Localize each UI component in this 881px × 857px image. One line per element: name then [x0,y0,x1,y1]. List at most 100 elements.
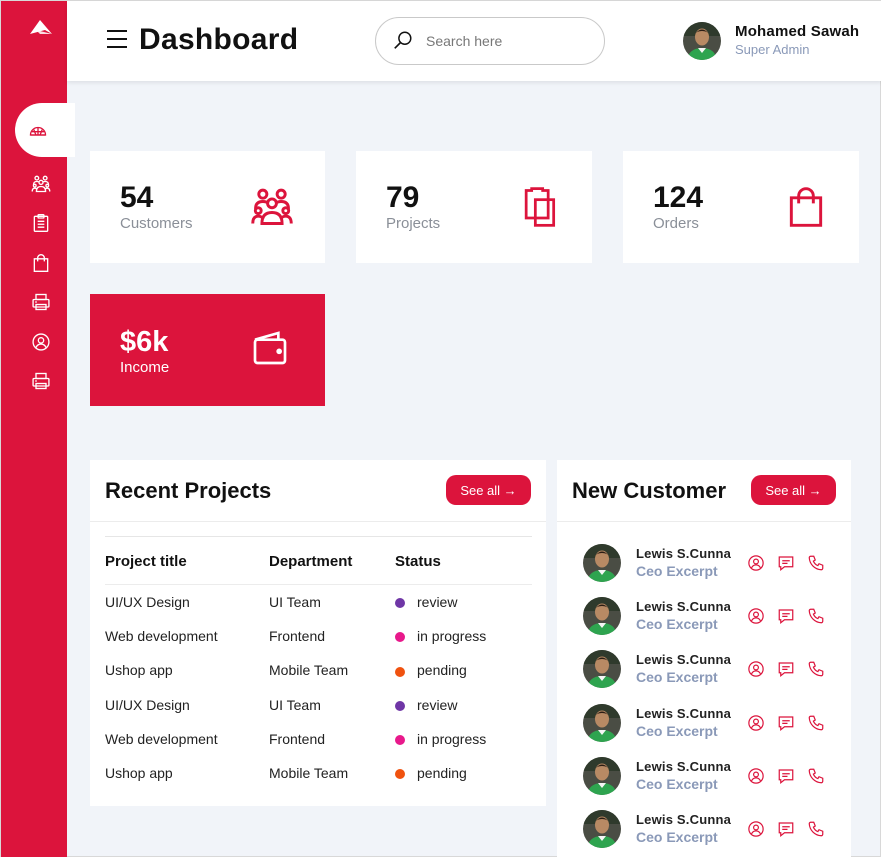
see-all-label: See all [460,482,501,498]
recent-projects-panel: Recent Projects See all → Project title … [90,460,546,806]
avatar [583,597,621,635]
status-label: review [417,696,458,713]
avatar [583,650,621,688]
see-all-label: See all [765,482,806,498]
sidebar-item-print[interactable] [23,287,59,317]
project-department: Frontend [269,627,326,644]
menu-icon[interactable] [107,30,129,50]
status-dot [395,735,405,746]
customer-role: Ceo Excerpt [636,616,718,633]
project-title: Ushop app [105,662,173,679]
dashboard-icon [28,120,48,140]
profile-icon[interactable] [747,820,765,838]
project-department: Mobile Team [269,765,349,782]
project-status: pending [395,653,532,687]
list-item[interactable]: Lewis S.Cunna Ceo Excerpt [583,597,843,637]
stat-card-orders[interactable]: 124 Orders [623,151,859,263]
search-input[interactable] [426,33,586,49]
panel-title: New Customer [572,478,727,503]
sidebar-item-print-2[interactable] [23,366,59,396]
stat-card-income[interactable]: $6k Income [90,294,325,406]
sidebar-item-orders[interactable] [23,248,59,278]
see-all-button[interactable]: See all → [446,475,531,505]
sidebar-item-customers[interactable] [23,169,59,199]
customer-name: Lewis S.Cunna [636,546,732,561]
stat-card-projects[interactable]: 79 Projects [356,151,592,263]
customers-icon [31,174,51,194]
project-title: UI/UX Design [105,696,190,713]
list-item[interactable]: Lewis S.Cunna Ceo Excerpt [583,650,843,690]
user-role: Super Admin [735,42,810,57]
profile-icon[interactable] [747,767,765,785]
project-title: Web development [105,730,218,747]
message-icon[interactable] [777,660,795,678]
table-row[interactable]: Ushop app Mobile Team pending [105,756,532,790]
customer-name: Lewis S.Cunna [636,652,732,668]
status-label: pending [417,662,467,679]
customer-name: Lewis S.Cunna [636,705,732,721]
table-row[interactable]: Web development Frontend in progress [105,722,532,756]
status-label: in progress [417,730,487,747]
table-row[interactable]: UI/UX Design UI Team review [105,585,532,619]
printer-icon [31,292,51,312]
projects-table: Project title Department Status UI/UX De… [105,536,532,790]
profile-icon[interactable] [747,660,765,678]
wallet-icon [250,328,290,368]
stat-label: Customers [120,215,193,232]
stat-value: 54 [120,181,154,214]
avatar [583,544,621,582]
project-title: Web development [105,627,218,644]
message-icon[interactable] [777,714,795,732]
see-all-button[interactable]: See all → [751,475,836,505]
status-dot [395,632,405,643]
message-icon[interactable] [777,820,795,838]
phone-icon[interactable] [807,660,825,678]
stat-value: 124 [653,181,704,214]
status-dot [395,666,405,677]
status-label: in progress [417,627,487,644]
table-row[interactable]: Ushop app Mobile Team pending [105,653,532,687]
printer-icon [31,371,51,391]
profile-icon[interactable] [747,554,765,572]
avatar [583,810,621,848]
phone-icon[interactable] [807,554,825,572]
list-item[interactable]: Lewis S.Cunna Ceo Excerpt [583,757,843,797]
list-item[interactable]: Lewis S.Cunna Ceo Excerpt [583,544,843,584]
page-title: Dashboard [139,23,299,56]
profile-icon[interactable] [747,607,765,625]
avatar [583,704,621,742]
logo-icon[interactable] [28,17,54,37]
status-dot [395,598,405,609]
message-icon[interactable] [777,607,795,625]
table-row[interactable]: Web development Frontend in progress [105,619,532,653]
message-icon[interactable] [777,767,795,785]
message-icon[interactable] [777,554,795,572]
customer-role: Ceo Excerpt [636,669,718,686]
status-dot [395,700,405,711]
divider [557,521,851,522]
customer-name: Lewis S.Cunna [636,599,732,615]
customers-icon [250,185,294,229]
avatar[interactable] [683,22,721,60]
list-item[interactable]: Lewis S.Cunna Ceo Excerpt [583,810,843,850]
phone-icon[interactable] [807,767,825,785]
phone-icon[interactable] [807,607,825,625]
table-row[interactable]: UI/UX Design UI Team review [105,687,532,721]
project-department: UI Team [269,593,321,610]
stat-card-customers[interactable]: 54 Customers [90,151,325,263]
stat-label: Orders [653,215,699,232]
list-item[interactable]: Lewis S.Cunna Ceo Excerpt [583,704,843,744]
column-header: Status [395,536,532,585]
phone-icon[interactable] [807,714,825,732]
sidebar-item-dashboard[interactable] [15,103,75,157]
sidebar-item-projects[interactable] [23,208,59,238]
search-box[interactable] [375,17,605,65]
sidebar-item-profile[interactable] [23,327,59,357]
profile-icon[interactable] [747,714,765,732]
project-department: UI Team [269,696,321,713]
phone-icon[interactable] [807,820,825,838]
column-header: Project title [105,536,269,585]
stat-value: $6k [120,326,169,358]
table-header-row: Project title Department Status [105,536,532,585]
column-header: Department [269,536,395,585]
